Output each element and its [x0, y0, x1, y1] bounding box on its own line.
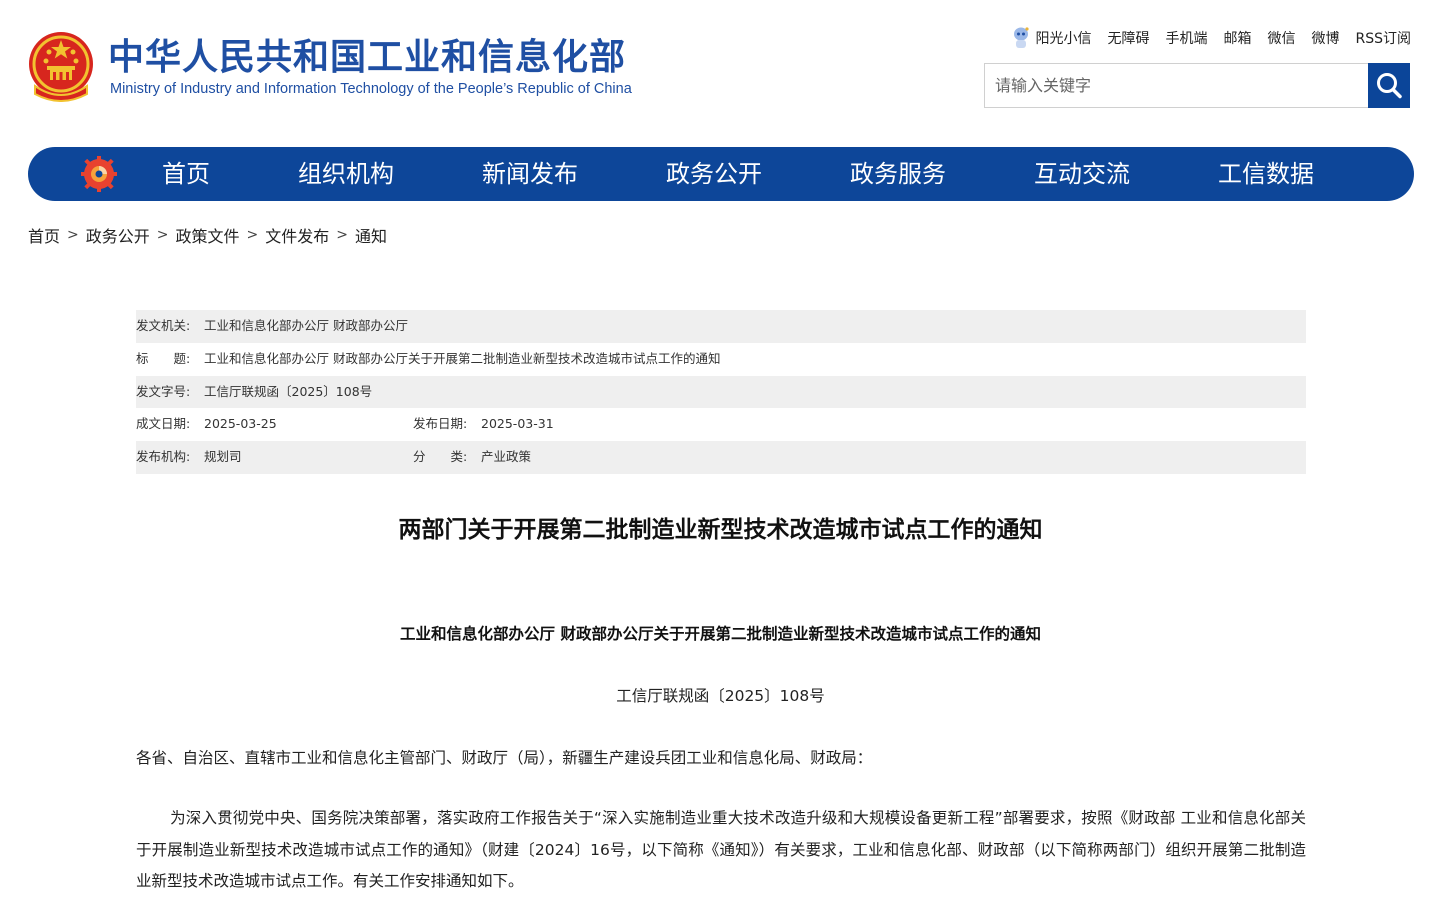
- meta-category-label: 分 类:: [413, 449, 468, 465]
- breadcrumb-separator-icon: >: [246, 227, 259, 243]
- meta-row-title: 标 题: 工业和信息化部办公厅 财政部办公厅关于开展第二批制造业新型技术改造城市…: [136, 343, 1306, 376]
- meta-row-org: 发布机构: 规划司 分 类: 产业政策: [136, 441, 1306, 474]
- meta-row-issuer: 发文机关: 工业和信息化部办公厅 财政部办公厅: [136, 310, 1306, 343]
- meta-category-value: 产业政策: [481, 449, 532, 465]
- site-logo-subtitle[interactable]: Ministry of Industry and Information Tec…: [110, 81, 632, 97]
- meta-row-dates: 成文日期: 2025-03-25 发布日期: 2025-03-31: [136, 408, 1306, 441]
- article-title: 两部门关于开展第二批制造业新型技术改造城市试点工作的通知: [398, 517, 1043, 543]
- meta-created-label: 成文日期:: [136, 416, 191, 432]
- nav-interaction[interactable]: 互动交流: [1034, 147, 1130, 201]
- nav-government-services[interactable]: 政务服务: [850, 147, 946, 201]
- breadcrumb-home[interactable]: 首页: [28, 223, 60, 247]
- nav-organization[interactable]: 组织机构: [298, 147, 394, 201]
- nav-news[interactable]: 新闻发布: [482, 147, 578, 201]
- link-accessibility[interactable]: 无障碍: [1107, 28, 1149, 48]
- nav-data[interactable]: 工信数据: [1218, 147, 1314, 201]
- top-links: 阳光小信 无障碍 手机端 邮箱 微信 微博 RSS订阅: [1011, 26, 1411, 50]
- site-logo-title[interactable]: 中华人民共和国工业和信息化部: [108, 36, 626, 80]
- link-mail[interactable]: 邮箱: [1223, 28, 1251, 48]
- meta-title-label: 标 题:: [136, 350, 191, 366]
- link-sunshine-xiaoxin[interactable]: 阳光小信: [1035, 28, 1091, 48]
- article-paragraph: 为深入贯彻党中央、国务院决策部署，落实政府工作报告关于“深入实施制造业重大技术改…: [136, 809, 1306, 890]
- nav-government-affairs[interactable]: 政务公开: [666, 147, 762, 201]
- miit-gear-logo-icon[interactable]: [80, 155, 118, 193]
- link-mobile[interactable]: 手机端: [1165, 28, 1207, 48]
- breadcrumb-separator-icon: >: [67, 227, 79, 243]
- meta-row-docno: 发文字号: 工信厅联规函〔2025〕108号: [136, 375, 1306, 409]
- link-weibo[interactable]: 微博: [1311, 28, 1339, 48]
- meta-title-value: 工业和信息化部办公厅 财政部办公厅关于开展第二批制造业新型技术改造城市试点工作的…: [204, 350, 721, 366]
- breadcrumb-separator-icon: >: [156, 227, 169, 243]
- article-doc-number: 工信厅联规函〔2025〕108号: [616, 687, 825, 705]
- meta-created-value: 2025-03-25: [204, 416, 277, 432]
- meta-org-label: 发布机构:: [136, 449, 191, 465]
- robot-mascot-icon[interactable]: [1011, 26, 1031, 50]
- search-icon: [1377, 73, 1402, 99]
- meta-published-label: 发布日期:: [413, 416, 468, 432]
- breadcrumb-notice[interactable]: 通知: [355, 223, 387, 247]
- link-rss[interactable]: RSS订阅: [1355, 28, 1411, 48]
- document-metadata-table: 发文机关: 工业和信息化部办公厅 财政部办公厅 标 题: 工业和信息化部办公厅 …: [136, 310, 1306, 474]
- meta-issuer-label: 发文机关:: [136, 318, 191, 333]
- breadcrumb-government-affairs[interactable]: 政务公开: [86, 223, 150, 247]
- breadcrumb: 首页 > 政务公开 > 政策文件 > 文件发布 > 通知: [28, 222, 387, 248]
- meta-published-value: 2025-03-31: [481, 416, 554, 432]
- breadcrumb-policy-documents[interactable]: 政策文件: [176, 223, 240, 247]
- article-subtitle: 工业和信息化部办公厅 财政部办公厅关于开展第二批制造业新型技术改造城市试点工作的…: [400, 625, 1041, 643]
- meta-issuer-value: 工业和信息化部办公厅 财政部办公厅: [204, 318, 408, 333]
- article-addressee: 各省、自治区、直辖市工业和信息化主管部门、财政厅（局），新疆生产建设兵团工业和信…: [136, 749, 873, 767]
- national-emblem-icon[interactable]: [27, 30, 95, 102]
- meta-docno-value: 工信厅联规函〔2025〕108号: [204, 383, 373, 399]
- meta-org-value: 规划司: [204, 449, 242, 465]
- breadcrumb-document-release[interactable]: 文件发布: [265, 223, 329, 247]
- search-input[interactable]: [985, 64, 1370, 107]
- link-wechat[interactable]: 微信: [1267, 28, 1295, 48]
- nav-home[interactable]: 首页: [162, 147, 210, 201]
- breadcrumb-separator-icon: >: [336, 227, 348, 243]
- main-nav: 首页 组织机构 新闻发布 政务公开 政务服务 互动交流 工信数据: [28, 147, 1414, 201]
- search-button[interactable]: [1368, 63, 1410, 108]
- meta-docno-label: 发文字号:: [136, 383, 191, 399]
- search-box: [984, 63, 1410, 108]
- site-header: 中华人民共和国工业和信息化部 Ministry of Industry and …: [0, 0, 1441, 140]
